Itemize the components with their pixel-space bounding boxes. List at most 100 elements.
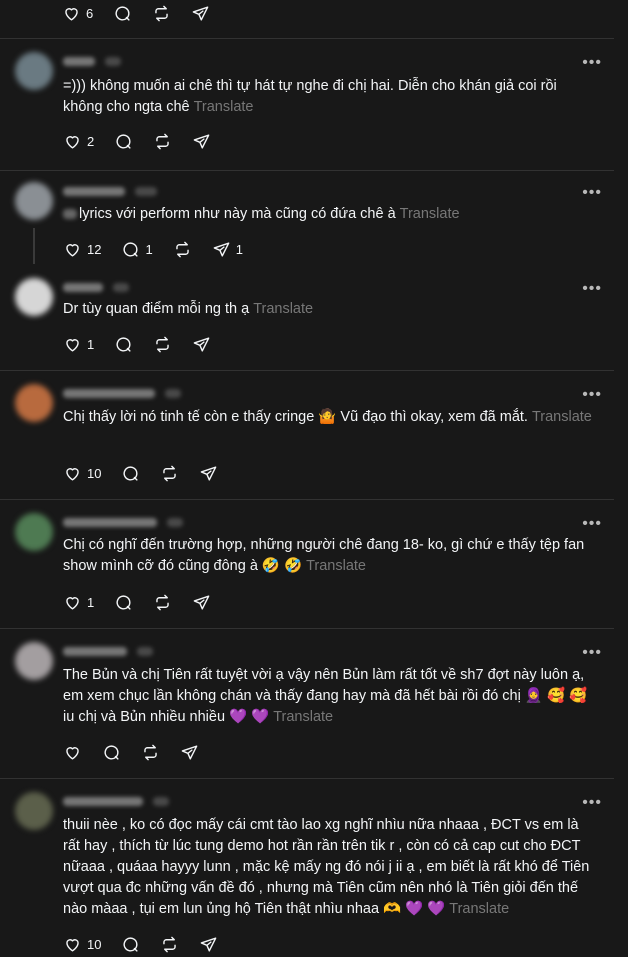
like-count: 10 bbox=[87, 466, 102, 481]
avatar[interactable] bbox=[15, 513, 53, 551]
translate-link[interactable]: Translate bbox=[400, 206, 460, 222]
repost-icon bbox=[156, 336, 169, 353]
comment-icon bbox=[116, 337, 131, 352]
share-button[interactable] bbox=[191, 4, 210, 23]
post-meta bbox=[63, 518, 183, 527]
send-icon bbox=[193, 595, 210, 610]
avatar[interactable] bbox=[15, 642, 53, 680]
post-text: Chị có nghĩ đến trường hợp, những người … bbox=[63, 535, 596, 577]
more-options-button[interactable]: ••• bbox=[582, 281, 602, 297]
reply-post: ••• thuii nèe , ko có đọc mấy cái cmt tà… bbox=[0, 778, 614, 957]
timestamp bbox=[167, 518, 183, 527]
more-options-button[interactable]: ••• bbox=[582, 516, 602, 532]
username[interactable] bbox=[63, 187, 125, 196]
comment-icon bbox=[115, 5, 130, 21]
heart-icon bbox=[65, 7, 78, 21]
reply-button[interactable] bbox=[121, 935, 140, 954]
like-button[interactable]: 1 bbox=[63, 335, 94, 354]
more-options-button[interactable]: ••• bbox=[582, 795, 602, 811]
share-button[interactable] bbox=[192, 593, 211, 612]
like-button[interactable]: 1 bbox=[63, 593, 94, 612]
translate-link[interactable]: Translate bbox=[306, 558, 366, 574]
reply-button[interactable] bbox=[114, 593, 133, 612]
repost-icon bbox=[155, 5, 168, 21]
post-actions: 6 bbox=[62, 0, 230, 26]
post-meta bbox=[63, 647, 153, 656]
more-options-button[interactable]: ••• bbox=[582, 55, 602, 71]
post-actions: 10 bbox=[63, 935, 238, 954]
avatar[interactable] bbox=[15, 384, 53, 422]
share-button[interactable]: 1 bbox=[212, 240, 243, 259]
username[interactable] bbox=[63, 647, 127, 656]
post-text-content: =))) không muốn ai chê thì tự hát tự ngh… bbox=[63, 78, 557, 115]
more-options-button[interactable]: ••• bbox=[582, 645, 602, 661]
share-button[interactable] bbox=[199, 464, 218, 483]
reply-post: ••• lyrics với perform như này mà cũng c… bbox=[0, 170, 614, 270]
heart-icon bbox=[66, 468, 79, 481]
repost-button[interactable] bbox=[141, 743, 160, 762]
translate-link[interactable]: Translate bbox=[449, 901, 509, 917]
repost-button[interactable] bbox=[153, 335, 172, 354]
comment-icon bbox=[123, 937, 139, 952]
like-button[interactable]: 2 bbox=[63, 132, 94, 151]
repost-button[interactable] bbox=[153, 132, 172, 151]
post-text-content: Dr tùy quan điểm mỗi ng th ạ bbox=[63, 301, 250, 317]
post-actions: 1 bbox=[63, 593, 231, 612]
reply-button[interactable] bbox=[113, 4, 132, 23]
repost-icon bbox=[156, 133, 169, 150]
comment-icon bbox=[123, 466, 139, 481]
post-text-content: lyrics với perform như này mà cũng có đứ… bbox=[79, 206, 396, 222]
like-button[interactable]: 10 bbox=[63, 935, 101, 954]
like-count: 6 bbox=[86, 5, 94, 21]
reply-button[interactable] bbox=[114, 132, 133, 151]
username[interactable] bbox=[63, 389, 155, 398]
repost-icon bbox=[144, 744, 157, 761]
translate-link[interactable]: Translate bbox=[273, 709, 333, 725]
username[interactable] bbox=[63, 518, 157, 527]
avatar[interactable] bbox=[15, 278, 53, 316]
reply-button[interactable] bbox=[114, 335, 133, 354]
repost-icon bbox=[156, 594, 169, 611]
repost-button[interactable] bbox=[173, 240, 192, 259]
like-count: 10 bbox=[87, 937, 102, 952]
scrollbar[interactable] bbox=[614, 0, 628, 957]
share-button[interactable] bbox=[192, 132, 211, 151]
avatar[interactable] bbox=[15, 792, 53, 830]
repost-button[interactable] bbox=[160, 935, 179, 954]
repost-button[interactable] bbox=[152, 4, 171, 23]
repost-button[interactable] bbox=[153, 593, 172, 612]
reply-post: ••• =))) không muốn ai chê thì tự hát tự… bbox=[0, 38, 614, 170]
send-icon bbox=[213, 242, 230, 257]
username[interactable] bbox=[63, 283, 103, 292]
like-button[interactable]: 12 bbox=[63, 240, 101, 259]
reply-button[interactable] bbox=[102, 743, 121, 762]
share-button[interactable] bbox=[192, 335, 211, 354]
like-count: 2 bbox=[87, 134, 95, 149]
repost-button[interactable] bbox=[160, 464, 179, 483]
post-actions: 12 1 1 bbox=[63, 240, 263, 259]
send-icon bbox=[201, 937, 217, 952]
comment-icon bbox=[116, 134, 131, 149]
post-meta bbox=[63, 187, 157, 196]
translate-link[interactable]: Translate bbox=[253, 301, 313, 317]
more-options-button[interactable]: ••• bbox=[582, 185, 602, 201]
username[interactable] bbox=[63, 57, 95, 66]
more-options-button[interactable]: ••• bbox=[582, 387, 602, 403]
reply-button[interactable] bbox=[121, 464, 140, 483]
like-button[interactable]: 6 bbox=[62, 4, 93, 23]
like-button[interactable]: 10 bbox=[63, 464, 101, 483]
share-button[interactable] bbox=[199, 935, 218, 954]
username[interactable] bbox=[63, 797, 143, 806]
avatar[interactable] bbox=[15, 52, 53, 90]
heart-icon bbox=[66, 339, 79, 352]
reply-post: ••• Chị thấy lời nó tinh tế còn e thấy c… bbox=[0, 370, 614, 499]
post-text: thuii nèe , ko có đọc mấy cái cmt tào la… bbox=[63, 815, 596, 920]
avatar[interactable] bbox=[15, 182, 53, 220]
like-button[interactable] bbox=[63, 743, 82, 762]
translate-link[interactable]: Translate bbox=[194, 99, 254, 115]
share-button[interactable] bbox=[180, 743, 199, 762]
post-meta bbox=[63, 389, 181, 398]
translate-link[interactable]: Translate bbox=[532, 409, 592, 425]
reply-button[interactable]: 1 bbox=[121, 240, 153, 259]
post-text: =))) không muốn ai chê thì tự hát tự ngh… bbox=[63, 76, 596, 118]
